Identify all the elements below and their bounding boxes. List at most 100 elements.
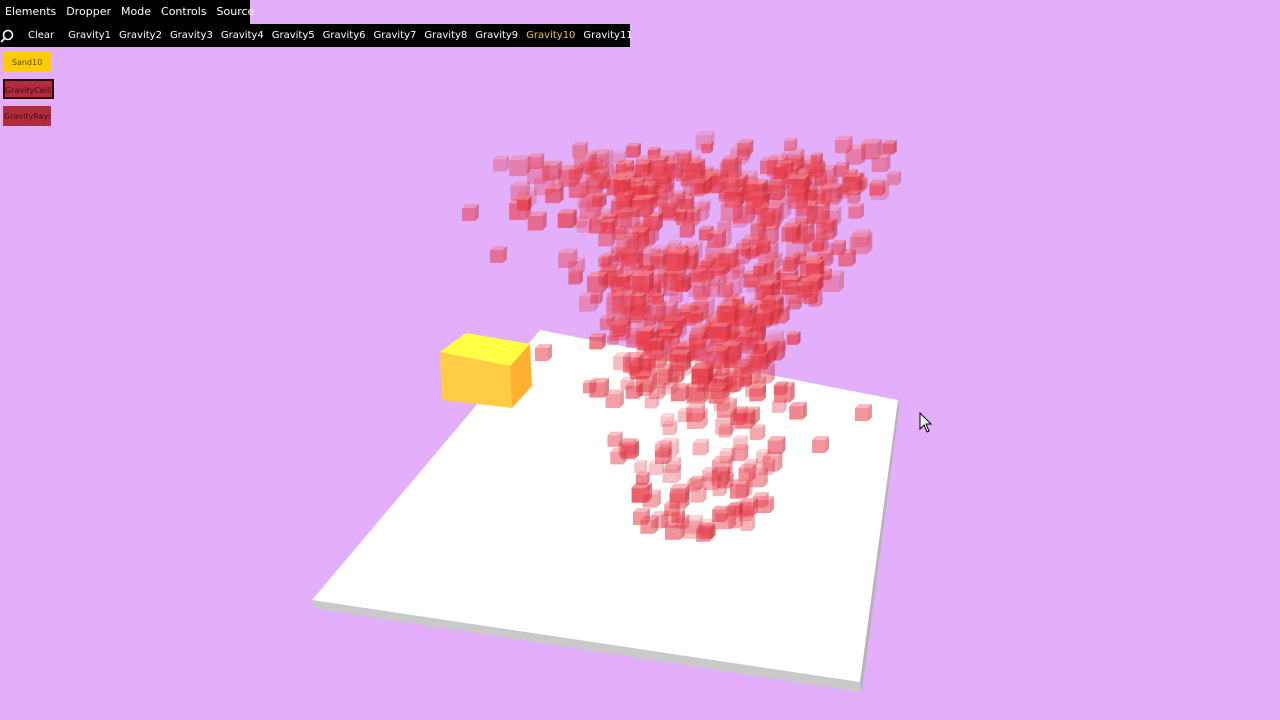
particle-cube bbox=[771, 337, 787, 353]
tool-gravity4[interactable]: Gravity4 bbox=[217, 24, 268, 47]
particle-cube bbox=[721, 155, 739, 173]
particle-cube bbox=[577, 217, 593, 233]
particle-cube bbox=[651, 292, 664, 305]
search-icon[interactable] bbox=[0, 24, 14, 47]
clear-button[interactable]: Clear bbox=[14, 24, 64, 47]
particle-cube bbox=[707, 266, 728, 286]
particle-cube bbox=[664, 267, 687, 291]
tool-gravity3[interactable]: Gravity3 bbox=[166, 24, 217, 47]
tool-gravity7[interactable]: Gravity7 bbox=[370, 24, 421, 47]
particle-cube bbox=[580, 180, 604, 203]
particle-cube bbox=[642, 489, 661, 508]
particle-cube bbox=[613, 352, 631, 371]
particle-cube bbox=[789, 402, 807, 420]
tool-gravity2[interactable]: Gravity2 bbox=[115, 24, 166, 47]
element-palette: Sand10 GravityCeiling GravityRays bbox=[3, 52, 55, 133]
particle-cube bbox=[801, 276, 823, 298]
particle-cube bbox=[716, 397, 737, 418]
particle-cube bbox=[762, 294, 784, 316]
particle-cube bbox=[634, 459, 648, 474]
particle-cube bbox=[674, 209, 688, 222]
particle-cube bbox=[613, 315, 632, 334]
tool-gravity1[interactable]: Gravity1 bbox=[64, 24, 115, 47]
particle-cube bbox=[803, 228, 827, 252]
element-toolbar: Clear Gravity1 Gravity2 Gravity3 Gravity… bbox=[0, 24, 633, 47]
particle-cube bbox=[882, 139, 897, 155]
particle-cube bbox=[598, 254, 611, 268]
particle-cube bbox=[613, 150, 627, 163]
particle-cube bbox=[842, 172, 863, 193]
particle-cube bbox=[509, 155, 531, 177]
menu-elements[interactable]: Elements bbox=[0, 0, 61, 24]
particle-cube bbox=[669, 349, 692, 372]
particle-cube bbox=[698, 199, 711, 212]
particle-cube bbox=[847, 190, 861, 204]
top-menu-bar: Elements Dropper Mode Controls Source bbox=[0, 0, 254, 24]
particle-cube bbox=[787, 173, 810, 197]
tool-gravity9[interactable]: Gravity9 bbox=[471, 24, 522, 47]
particle-cube bbox=[737, 139, 754, 156]
menu-controls[interactable]: Controls bbox=[156, 0, 212, 24]
particle-cube bbox=[781, 222, 802, 242]
particle-cube bbox=[732, 244, 752, 265]
particle-cube bbox=[712, 481, 727, 497]
palette-gravity-rays[interactable]: GravityRays bbox=[3, 106, 51, 126]
menu-dropper[interactable]: Dropper bbox=[61, 0, 116, 24]
particle-cube bbox=[528, 153, 545, 170]
particle-cube bbox=[666, 248, 689, 271]
tool-gravity10[interactable]: Gravity10 bbox=[522, 24, 579, 47]
particle-cube bbox=[740, 516, 755, 531]
particle-cube bbox=[760, 202, 784, 226]
particle-cube bbox=[848, 203, 864, 219]
particle-cube bbox=[623, 233, 636, 246]
particle-cube bbox=[665, 456, 682, 474]
particle-cube bbox=[735, 408, 756, 429]
particle-cube bbox=[810, 152, 823, 165]
tool-gravity11[interactable]: Gravity11 bbox=[579, 24, 636, 47]
particle-cube bbox=[731, 444, 749, 462]
particle-cube bbox=[632, 271, 654, 293]
particle-cube bbox=[871, 153, 891, 172]
menu-source[interactable]: Source bbox=[212, 0, 260, 24]
particle-cube bbox=[812, 436, 829, 453]
particle-cube bbox=[619, 439, 639, 459]
particle-cube bbox=[690, 179, 708, 197]
particle-cube bbox=[625, 381, 643, 399]
particle-cube bbox=[718, 177, 740, 199]
particle-cube bbox=[590, 291, 603, 304]
particle-cube bbox=[589, 332, 606, 350]
particle-cube bbox=[642, 194, 658, 210]
particle-cube bbox=[767, 436, 786, 455]
particle-cube bbox=[728, 502, 743, 517]
particle-cube bbox=[745, 179, 768, 202]
particle-cube bbox=[648, 459, 665, 476]
palette-sand10[interactable]: Sand10 bbox=[3, 52, 51, 72]
particle-cube bbox=[748, 468, 768, 488]
menu-mode[interactable]: Mode bbox=[116, 0, 156, 24]
particle-cube bbox=[600, 218, 616, 234]
particle-cube bbox=[821, 183, 843, 206]
tool-gravity8[interactable]: Gravity8 bbox=[420, 24, 471, 47]
particle-cube bbox=[605, 389, 624, 408]
particle-cube bbox=[855, 404, 872, 421]
particle-cube bbox=[492, 155, 509, 172]
tool-gravity6[interactable]: Gravity6 bbox=[319, 24, 370, 47]
particle-cube bbox=[535, 344, 552, 361]
game-viewport[interactable] bbox=[0, 0, 1280, 720]
particle-cube bbox=[683, 514, 703, 534]
particle-cube bbox=[527, 211, 547, 231]
particle-cube bbox=[671, 509, 686, 523]
particle-cube bbox=[626, 142, 641, 158]
particle-cube bbox=[732, 267, 745, 280]
particle-cube bbox=[631, 292, 646, 308]
particle-cube bbox=[692, 438, 710, 456]
tool-gravity5[interactable]: Gravity5 bbox=[268, 24, 319, 47]
particle-cube bbox=[644, 394, 660, 409]
particle-cube bbox=[662, 420, 678, 436]
particle-cube bbox=[688, 383, 707, 401]
particle-cube bbox=[757, 496, 774, 513]
mouse-pointer-icon bbox=[919, 411, 933, 433]
particle-cube bbox=[588, 149, 609, 170]
particle-cube bbox=[710, 322, 731, 343]
palette-gravity-ceiling[interactable]: GravityCeiling bbox=[3, 79, 54, 99]
